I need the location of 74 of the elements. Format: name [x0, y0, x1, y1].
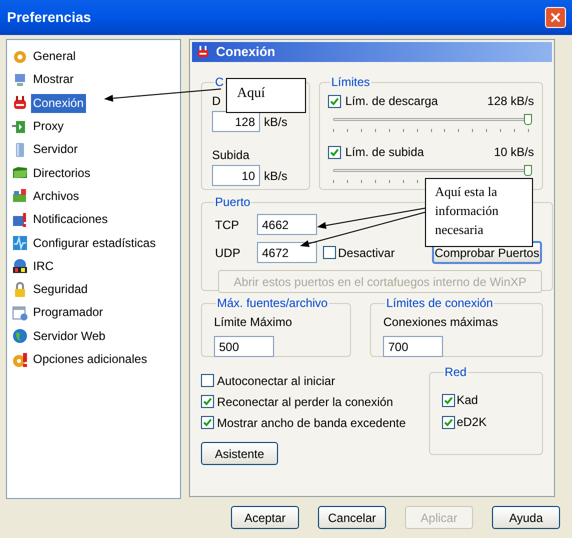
button[interactable]: Cancelar [318, 506, 386, 529]
close-icon [550, 12, 561, 23]
sidebar-item[interactable]: Servidor Web [31, 326, 108, 346]
plug-icon [12, 95, 28, 112]
checkbox-label: eD2K [456, 414, 487, 431]
sidebar-item[interactable]: Archivos [31, 186, 82, 206]
input-field[interactable]: 128 [212, 111, 260, 132]
alert-icon [12, 212, 28, 228]
sidebar-item[interactable]: Programador [31, 303, 106, 322]
checkbox[interactable] [328, 94, 342, 108]
group-title: C [215, 75, 224, 89]
checkbox-label: Lím. de descarga [345, 93, 438, 110]
checkbox[interactable] [328, 146, 342, 158]
sidebar-item[interactable]: Directorios [31, 164, 92, 183]
sidebar-item[interactable]: Opciones adicionales [31, 350, 150, 369]
sidebar-item[interactable]: IRC [31, 256, 56, 276]
group-title: Máx. fuentes/archivo [217, 296, 328, 310]
group-title: Límites [331, 75, 370, 89]
sidebar-item[interactable]: Mostrar [31, 70, 76, 90]
field-label: UDP [214, 244, 242, 262]
calendar-icon [12, 304, 28, 321]
checkbox-label: Mostrar ancho de banda excedente [217, 414, 406, 432]
panel-title: Conexión [216, 43, 276, 62]
callout: Aquí esta la información necesaria [425, 178, 533, 247]
value-label: 128 kB/s [487, 93, 534, 110]
checkbox-label: Desactivar [338, 244, 395, 262]
connector-icon [12, 118, 28, 135]
sidebar-item[interactable]: Servidor [31, 140, 80, 160]
input-field[interactable]: 700 [383, 336, 444, 357]
field-label: D [212, 93, 221, 108]
field-label: TCP [214, 216, 240, 234]
group-title: Puerto [215, 195, 250, 209]
button[interactable]: Asistente [201, 442, 278, 465]
value-label: 10 kB/s [494, 144, 534, 161]
plug-icon [196, 45, 210, 59]
checkbox-label: Autoconectar al iniciar [217, 372, 336, 390]
input-field[interactable]: 4662 [257, 214, 317, 235]
button[interactable]: Aceptar [231, 506, 299, 529]
checkbox-label: Reconectar al perder la conexión [217, 394, 394, 410]
sidebar-item[interactable]: General [31, 47, 78, 66]
sidebar-item[interactable]: Configurar estadísticas [31, 234, 158, 253]
checkbox[interactable] [201, 416, 214, 429]
input-field[interactable]: 4672 [257, 242, 317, 263]
checkbox[interactable] [201, 395, 214, 408]
monitor-icon [12, 72, 28, 88]
sidebar-item[interactable]: Seguridad [31, 280, 90, 300]
group-title: Red [444, 365, 467, 379]
unit-label: kB/s [264, 114, 288, 130]
checkbox-label: Kad [456, 392, 478, 409]
checkbox-label: Lím. de subida [345, 144, 424, 161]
field-label: Subida [212, 147, 250, 161]
window-title: Preferencias [6, 8, 92, 27]
sidebar-item[interactable]: Proxy [31, 117, 66, 136]
field-label: Límite Máximo [214, 314, 294, 331]
group-title: Límites de conexión [386, 296, 493, 310]
button[interactable]: Ayuda [492, 506, 560, 529]
input-field[interactable]: 500 [214, 336, 274, 357]
close-button[interactable] [545, 7, 566, 28]
chart-icon [12, 235, 28, 252]
gear-icon [12, 48, 28, 65]
input-field[interactable]: 10 [212, 165, 260, 186]
sidebar-item[interactable]: Conexión [31, 94, 86, 113]
gear-icon [12, 352, 28, 368]
padlock-icon [12, 282, 28, 298]
callout: Aquí [226, 78, 306, 113]
slider-thumb[interactable] [524, 114, 532, 125]
checkbox[interactable] [442, 416, 455, 428]
checkbox[interactable] [442, 394, 455, 406]
unit-label: kB/s [264, 168, 288, 184]
slider-thumb[interactable] [524, 165, 532, 176]
sidebar-item[interactable]: Notificaciones [31, 210, 110, 230]
checkbox[interactable] [323, 246, 336, 259]
field-label: Conexiones máximas [383, 314, 499, 331]
checkbox[interactable] [201, 374, 214, 387]
